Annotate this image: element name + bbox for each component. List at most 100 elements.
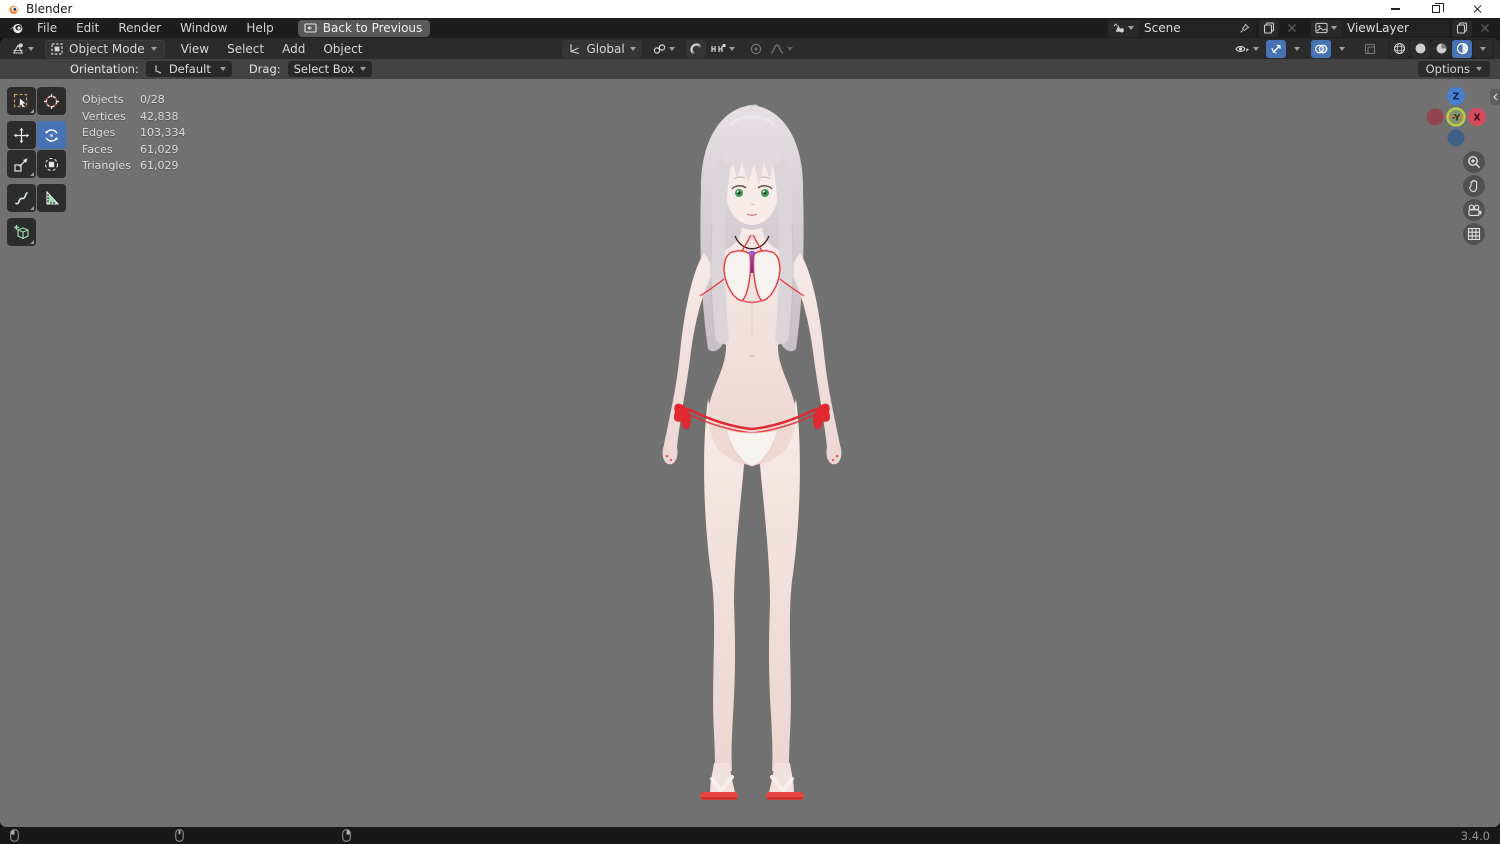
scene-name-field[interactable]: Scene: [1138, 19, 1256, 37]
orientation-value: Global: [586, 41, 625, 56]
menu-object[interactable]: Object: [315, 39, 370, 58]
arm-left: [662, 253, 712, 465]
wireframe-sphere-icon: [1393, 43, 1405, 54]
mouse-right-icon: [342, 829, 351, 842]
shading-settings-button[interactable]: [1473, 39, 1493, 58]
tool-measure[interactable]: [37, 184, 66, 212]
viewport-3d[interactable]: Objects 0/28 Vertices 42,838 Edges 103,334 …: [0, 79, 1500, 827]
editor-type-button[interactable]: [6, 39, 39, 58]
menu-select[interactable]: Select: [219, 39, 272, 58]
proportional-falloff-button[interactable]: [766, 39, 796, 58]
tool-add-cube[interactable]: [7, 218, 36, 246]
chevron-down-icon: [1480, 46, 1486, 51]
shading-mode-group: [1388, 38, 1494, 59]
stat-label: Edges: [82, 126, 116, 139]
mode-label: Object Mode: [69, 41, 145, 56]
mouse-middle-icon: [175, 829, 184, 842]
options-label: Options: [1425, 62, 1470, 76]
tool-select-box[interactable]: [7, 87, 36, 115]
minimize-button[interactable]: [1378, 0, 1412, 18]
menu-view[interactable]: View: [173, 39, 217, 58]
zoom-button[interactable]: [1463, 151, 1485, 173]
chevron-down-icon: [28, 46, 34, 51]
chevron-down-icon: [1128, 26, 1134, 30]
pan-button[interactable]: [1463, 175, 1485, 197]
stat-value: 0/28: [140, 93, 165, 106]
shading-rendered-button[interactable]: [1452, 39, 1472, 58]
chevron-down-icon: [1253, 46, 1259, 51]
proportional-editing-button[interactable]: [745, 39, 766, 58]
tool-annotate[interactable]: [7, 184, 36, 212]
hand-icon: [1469, 179, 1478, 193]
transform-orientation-dropdown[interactable]: Global: [562, 39, 642, 58]
title-bar: Blender: [0, 0, 1500, 18]
snap-settings-button[interactable]: [706, 39, 738, 58]
menu-window[interactable]: Window: [171, 19, 236, 37]
menu-add[interactable]: Add: [274, 39, 313, 58]
menu-file[interactable]: File: [28, 19, 66, 37]
viewlayer-browse-button[interactable]: [1311, 19, 1341, 37]
grid-toggle-button[interactable]: [1463, 223, 1485, 245]
mouse-left-icon: [10, 829, 19, 842]
viewlayer-icon: [1315, 22, 1328, 34]
maximize-button[interactable]: [1419, 0, 1453, 18]
character-model[interactable]: [642, 103, 862, 805]
rendered-sphere-icon: [1456, 42, 1468, 55]
grid-icon: [1467, 227, 1481, 241]
scene-new-button[interactable]: [1259, 19, 1279, 37]
scene-browse-button[interactable]: [1108, 19, 1138, 37]
add-cube-icon: [14, 224, 29, 239]
shading-wireframe-button[interactable]: [1389, 39, 1409, 58]
snap-toggle-button[interactable]: [685, 39, 706, 58]
pin-icon[interactable]: [1239, 22, 1250, 34]
tool-rotate[interactable]: [37, 121, 66, 149]
back-to-previous-button[interactable]: Back to Previous: [297, 19, 431, 37]
navigation-gizmo[interactable]: Z X -Y: [1422, 83, 1490, 151]
viewlayer-new-button[interactable]: [1452, 19, 1472, 37]
chevron-down-icon: [219, 67, 226, 71]
gizmos-settings-button[interactable]: [1287, 39, 1307, 58]
proportional-circle-icon: [750, 43, 761, 54]
menu-edit[interactable]: Edit: [67, 19, 108, 37]
options-button[interactable]: Options: [1417, 61, 1490, 77]
tool-scale[interactable]: [7, 150, 36, 178]
tool-move[interactable]: [7, 121, 36, 149]
viewport-nav-buttons: [1463, 151, 1485, 245]
drag-dropdown[interactable]: Select Box: [287, 61, 373, 77]
overlays-settings-button[interactable]: [1332, 39, 1352, 58]
chevron-down-icon: [668, 46, 675, 51]
scene-unlink-button: [1282, 20, 1302, 37]
version-label: 3.4.0: [1460, 829, 1490, 843]
camera-view-button[interactable]: [1463, 199, 1485, 221]
stat-value: 61,029: [140, 159, 179, 172]
gizmo-axis-z-neg[interactable]: [1447, 129, 1465, 147]
viewlayer-name-field[interactable]: ViewLayer: [1341, 19, 1449, 37]
chevron-down-icon: [150, 46, 157, 51]
menu-help[interactable]: Help: [237, 19, 282, 37]
shading-material-button[interactable]: [1431, 39, 1451, 58]
arm-right: [792, 253, 842, 465]
scene-icon: [1113, 23, 1124, 33]
zoom-icon: [1468, 156, 1481, 169]
chevron-down-icon: [360, 67, 367, 71]
xray-toggle-button[interactable]: [1360, 39, 1380, 58]
mode-dropdown[interactable]: Object Mode: [45, 39, 165, 58]
chevron-left-icon: [1492, 93, 1497, 101]
gizmos-toggle-button[interactable]: [1266, 39, 1286, 58]
drag-label: Drag:: [248, 62, 281, 76]
scale-icon: [14, 157, 28, 172]
gizmo-axis-x-neg[interactable]: [1426, 108, 1444, 126]
menu-render[interactable]: Render: [109, 19, 170, 37]
close-button[interactable]: [1460, 0, 1494, 18]
overlays-toggle-button[interactable]: [1311, 39, 1331, 58]
tool-cursor[interactable]: [37, 87, 66, 115]
sidebar-collapse-handle[interactable]: [1490, 89, 1500, 105]
pivot-point-button[interactable]: [649, 39, 678, 58]
close-x-icon: [1288, 24, 1296, 32]
show-object-types-button[interactable]: [1232, 39, 1262, 58]
orientation-dropdown[interactable]: Default: [145, 61, 232, 77]
tool-transform[interactable]: [37, 150, 66, 178]
stat-label: Vertices: [82, 109, 126, 123]
shading-solid-button[interactable]: [1410, 39, 1430, 58]
blender-window: Blender File Edit Render Window Help Bac…: [0, 0, 1500, 844]
